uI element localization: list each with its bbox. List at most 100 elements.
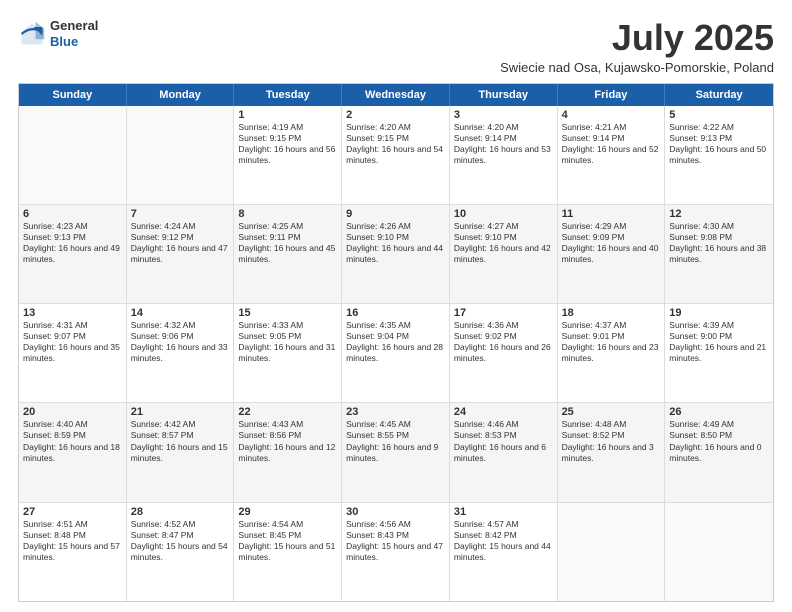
col-friday: Friday [558,84,666,106]
day-number: 22 [238,406,337,418]
day-number: 6 [23,208,122,220]
cell-info: Sunrise: 4:24 AM Sunset: 9:12 PM Dayligh… [131,221,230,265]
title-block: July 2025 Swiecie nad Osa, Kujawsko-Pomo… [500,18,774,75]
day-number: 8 [238,208,337,220]
col-wednesday: Wednesday [342,84,450,106]
cell-info: Sunrise: 4:51 AM Sunset: 8:48 PM Dayligh… [23,519,122,563]
calendar-cell: 22Sunrise: 4:43 AM Sunset: 8:56 PM Dayli… [234,403,342,501]
calendar-cell: 9Sunrise: 4:26 AM Sunset: 9:10 PM Daylig… [342,205,450,303]
calendar-body: 1Sunrise: 4:19 AM Sunset: 9:15 PM Daylig… [19,106,773,601]
day-number: 5 [669,109,769,121]
calendar-cell: 27Sunrise: 4:51 AM Sunset: 8:48 PM Dayli… [19,503,127,601]
cell-info: Sunrise: 4:22 AM Sunset: 9:13 PM Dayligh… [669,122,769,166]
calendar-cell: 16Sunrise: 4:35 AM Sunset: 9:04 PM Dayli… [342,304,450,402]
cell-info: Sunrise: 4:54 AM Sunset: 8:45 PM Dayligh… [238,519,337,563]
day-number: 13 [23,307,122,319]
day-number: 31 [454,506,553,518]
logo: General Blue [18,18,98,49]
cell-info: Sunrise: 4:37 AM Sunset: 9:01 PM Dayligh… [562,320,661,364]
calendar-cell: 2Sunrise: 4:20 AM Sunset: 9:15 PM Daylig… [342,106,450,204]
day-number: 29 [238,506,337,518]
cell-info: Sunrise: 4:40 AM Sunset: 8:59 PM Dayligh… [23,419,122,463]
calendar-cell: 28Sunrise: 4:52 AM Sunset: 8:47 PM Dayli… [127,503,235,601]
day-number: 10 [454,208,553,220]
col-monday: Monday [127,84,235,106]
calendar-cell: 3Sunrise: 4:20 AM Sunset: 9:14 PM Daylig… [450,106,558,204]
cell-info: Sunrise: 4:49 AM Sunset: 8:50 PM Dayligh… [669,419,769,463]
calendar-cell: 19Sunrise: 4:39 AM Sunset: 9:00 PM Dayli… [665,304,773,402]
cell-info: Sunrise: 4:33 AM Sunset: 9:05 PM Dayligh… [238,320,337,364]
calendar-cell: 10Sunrise: 4:27 AM Sunset: 9:10 PM Dayli… [450,205,558,303]
page: General Blue July 2025 Swiecie nad Osa, … [0,0,792,612]
logo-text: General Blue [50,18,98,49]
cell-info: Sunrise: 4:39 AM Sunset: 9:00 PM Dayligh… [669,320,769,364]
cell-info: Sunrise: 4:20 AM Sunset: 9:14 PM Dayligh… [454,122,553,166]
calendar: Sunday Monday Tuesday Wednesday Thursday… [18,83,774,602]
day-number: 12 [669,208,769,220]
calendar-cell [558,503,666,601]
calendar-cell: 8Sunrise: 4:25 AM Sunset: 9:11 PM Daylig… [234,205,342,303]
month-title: July 2025 [500,18,774,58]
calendar-cell [127,106,235,204]
col-thursday: Thursday [450,84,558,106]
calendar-cell: 17Sunrise: 4:36 AM Sunset: 9:02 PM Dayli… [450,304,558,402]
calendar-cell: 25Sunrise: 4:48 AM Sunset: 8:52 PM Dayli… [558,403,666,501]
location: Swiecie nad Osa, Kujawsko-Pomorskie, Pol… [500,60,774,75]
cell-info: Sunrise: 4:29 AM Sunset: 9:09 PM Dayligh… [562,221,661,265]
day-number: 9 [346,208,445,220]
cell-info: Sunrise: 4:25 AM Sunset: 9:11 PM Dayligh… [238,221,337,265]
cell-info: Sunrise: 4:30 AM Sunset: 9:08 PM Dayligh… [669,221,769,265]
calendar-cell: 29Sunrise: 4:54 AM Sunset: 8:45 PM Dayli… [234,503,342,601]
cell-info: Sunrise: 4:21 AM Sunset: 9:14 PM Dayligh… [562,122,661,166]
col-sunday: Sunday [19,84,127,106]
calendar-cell: 24Sunrise: 4:46 AM Sunset: 8:53 PM Dayli… [450,403,558,501]
logo-blue: Blue [50,34,98,50]
calendar-cell: 4Sunrise: 4:21 AM Sunset: 9:14 PM Daylig… [558,106,666,204]
calendar-cell: 11Sunrise: 4:29 AM Sunset: 9:09 PM Dayli… [558,205,666,303]
calendar-cell: 1Sunrise: 4:19 AM Sunset: 9:15 PM Daylig… [234,106,342,204]
calendar-week-4: 27Sunrise: 4:51 AM Sunset: 8:48 PM Dayli… [19,503,773,601]
cell-info: Sunrise: 4:46 AM Sunset: 8:53 PM Dayligh… [454,419,553,463]
day-number: 17 [454,307,553,319]
cell-info: Sunrise: 4:20 AM Sunset: 9:15 PM Dayligh… [346,122,445,166]
calendar-cell: 14Sunrise: 4:32 AM Sunset: 9:06 PM Dayli… [127,304,235,402]
day-number: 15 [238,307,337,319]
cell-info: Sunrise: 4:43 AM Sunset: 8:56 PM Dayligh… [238,419,337,463]
calendar-cell: 26Sunrise: 4:49 AM Sunset: 8:50 PM Dayli… [665,403,773,501]
calendar-cell: 12Sunrise: 4:30 AM Sunset: 9:08 PM Dayli… [665,205,773,303]
col-saturday: Saturday [665,84,773,106]
day-number: 4 [562,109,661,121]
day-number: 28 [131,506,230,518]
day-number: 18 [562,307,661,319]
day-number: 16 [346,307,445,319]
calendar-cell: 21Sunrise: 4:42 AM Sunset: 8:57 PM Dayli… [127,403,235,501]
cell-info: Sunrise: 4:42 AM Sunset: 8:57 PM Dayligh… [131,419,230,463]
day-number: 20 [23,406,122,418]
calendar-cell: 30Sunrise: 4:56 AM Sunset: 8:43 PM Dayli… [342,503,450,601]
calendar-cell: 13Sunrise: 4:31 AM Sunset: 9:07 PM Dayli… [19,304,127,402]
cell-info: Sunrise: 4:52 AM Sunset: 8:47 PM Dayligh… [131,519,230,563]
cell-info: Sunrise: 4:56 AM Sunset: 8:43 PM Dayligh… [346,519,445,563]
day-number: 24 [454,406,553,418]
calendar-cell: 18Sunrise: 4:37 AM Sunset: 9:01 PM Dayli… [558,304,666,402]
calendar-cell [665,503,773,601]
cell-info: Sunrise: 4:45 AM Sunset: 8:55 PM Dayligh… [346,419,445,463]
calendar-cell: 31Sunrise: 4:57 AM Sunset: 8:42 PM Dayli… [450,503,558,601]
calendar-cell: 15Sunrise: 4:33 AM Sunset: 9:05 PM Dayli… [234,304,342,402]
calendar-cell: 23Sunrise: 4:45 AM Sunset: 8:55 PM Dayli… [342,403,450,501]
cell-info: Sunrise: 4:26 AM Sunset: 9:10 PM Dayligh… [346,221,445,265]
calendar-cell [19,106,127,204]
day-number: 27 [23,506,122,518]
day-number: 2 [346,109,445,121]
day-number: 11 [562,208,661,220]
header: General Blue July 2025 Swiecie nad Osa, … [18,18,774,75]
logo-general: General [50,18,98,34]
cell-info: Sunrise: 4:48 AM Sunset: 8:52 PM Dayligh… [562,419,661,463]
cell-info: Sunrise: 4:36 AM Sunset: 9:02 PM Dayligh… [454,320,553,364]
calendar-week-3: 20Sunrise: 4:40 AM Sunset: 8:59 PM Dayli… [19,403,773,502]
day-number: 14 [131,307,230,319]
logo-icon [18,20,46,48]
cell-info: Sunrise: 4:35 AM Sunset: 9:04 PM Dayligh… [346,320,445,364]
calendar-cell: 5Sunrise: 4:22 AM Sunset: 9:13 PM Daylig… [665,106,773,204]
day-number: 1 [238,109,337,121]
